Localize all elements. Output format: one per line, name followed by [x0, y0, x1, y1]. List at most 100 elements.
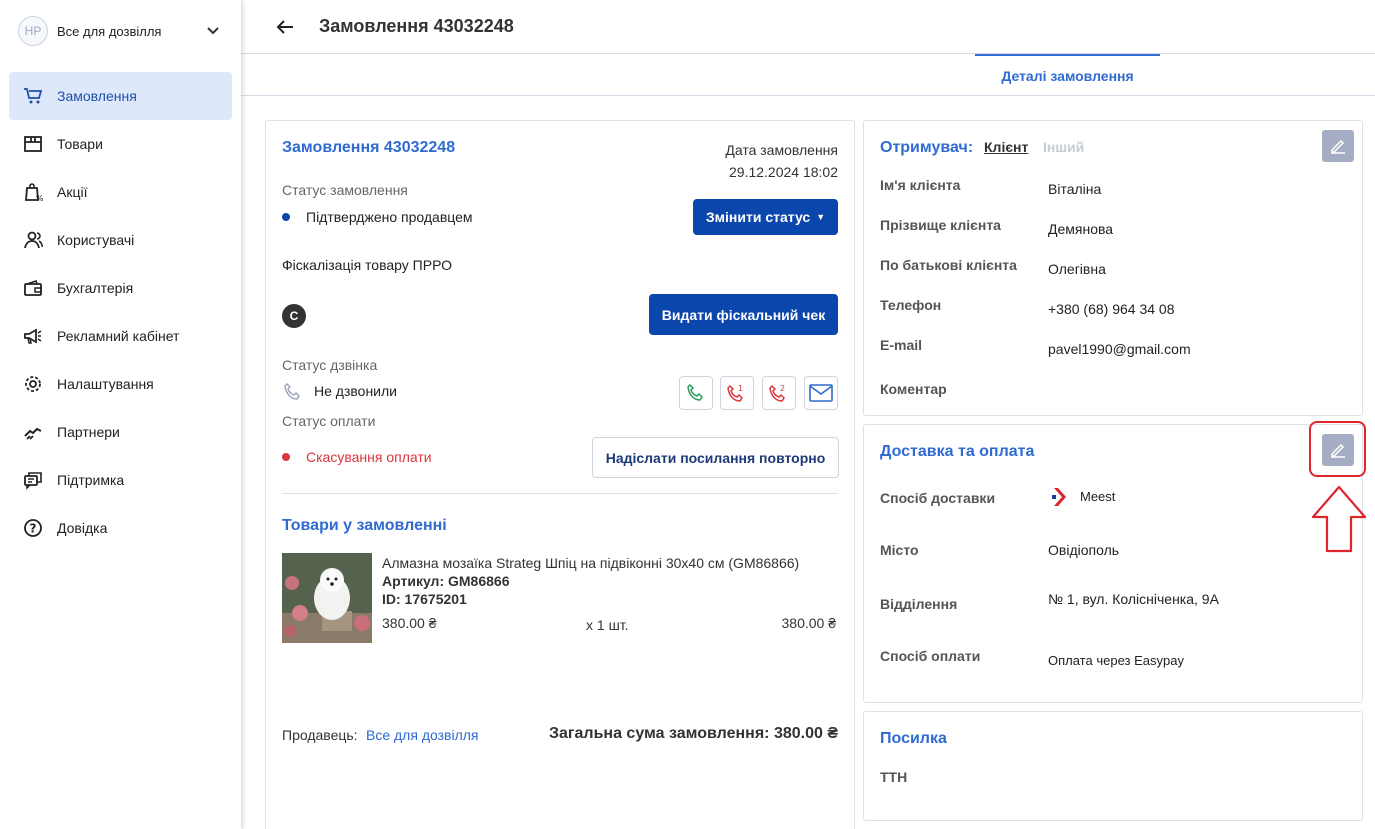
sidebar-item-label: Користувачі	[57, 232, 135, 248]
delivery-title: Доставка та оплата	[880, 443, 1035, 460]
middle-name-value: Олегівна	[1048, 261, 1106, 277]
sidebar-item-orders[interactable]: Замовлення	[9, 72, 232, 120]
order-status-label: Статус замовлення	[282, 182, 408, 198]
email-label: E-mail	[880, 337, 923, 353]
middle-name-label: По батькові клієнта	[880, 257, 1017, 273]
sidebar-item-label: Довідка	[57, 520, 108, 536]
payment-method-value: Оплата через Easypay	[1048, 653, 1184, 668]
delivery-card: Доставка та оплата Спосіб доставки Meest…	[863, 424, 1363, 703]
top-bar: Замовлення 43032248	[241, 0, 1375, 54]
missed-call-2-button[interactable]: 2	[762, 376, 796, 410]
highlight-box	[1309, 421, 1366, 477]
sidebar-item-ads[interactable]: Рекламний кабінет	[9, 312, 232, 360]
order-date-value: 29.12.2024 18:02	[729, 164, 838, 180]
grand-total: Загальна сума замовлення: 380.00 ₴	[548, 725, 838, 742]
fiscal-label: Фіскалізація товару ПРРО	[282, 257, 453, 273]
avatar: НР	[18, 16, 48, 46]
megaphone-icon	[23, 326, 43, 346]
fiscal-badge: C	[282, 304, 306, 328]
ttn-label: ТТН	[880, 769, 908, 785]
sidebar-item-users[interactable]: Користувачі	[9, 216, 232, 264]
seller-label: Продавець:	[282, 727, 358, 743]
order-date-label: Дата замовлення	[725, 142, 838, 158]
order-date: Дата замовлення 29.12.2024 18:02	[725, 139, 838, 183]
comment-label: Коментар	[880, 381, 947, 397]
page-title: Замовлення 43032248	[319, 16, 514, 36]
sidebar-item-promotions[interactable]: % Акції	[9, 168, 232, 216]
help-icon: ?	[23, 518, 43, 538]
box-icon	[23, 134, 43, 154]
product-sku: Артикул: GM86866	[382, 573, 510, 589]
parcel-card: Посилка ТТН	[863, 711, 1363, 821]
sidebar: НР Все для дозвілля Замовлення Товари % …	[0, 0, 241, 829]
delivery-method-value: Meest	[1080, 489, 1116, 504]
promo-bag-icon: %	[23, 182, 43, 202]
payment-status-value: Скасування оплати	[306, 449, 432, 465]
recipient-card: Отримувач: Клієнт Інший Ім'я клієнта Віт…	[863, 120, 1363, 416]
payment-status-dot	[282, 453, 290, 461]
sidebar-item-partners[interactable]: Партнери	[9, 408, 232, 456]
users-icon	[23, 230, 43, 250]
payment-status-label: Статус оплати	[282, 413, 376, 429]
call-status-label: Статус дзвінка	[282, 357, 378, 373]
chat-icon	[23, 470, 43, 490]
branch-label: Відділення	[880, 596, 958, 612]
sidebar-item-products[interactable]: Товари	[9, 120, 232, 168]
recipient-title: Отримувач:	[880, 139, 974, 156]
edit-recipient-button[interactable]	[1322, 130, 1354, 162]
phone-label: Телефон	[880, 297, 942, 313]
missed-call-1-button[interactable]: 1	[720, 376, 754, 410]
call-button[interactable]	[679, 376, 713, 410]
product-image[interactable]	[282, 553, 372, 643]
order-title: Замовлення 43032248	[282, 139, 456, 156]
call-status-value: Не дзвонили	[314, 383, 397, 399]
handshake-icon	[23, 422, 43, 442]
sidebar-item-label: Партнери	[57, 424, 120, 440]
product-info: Алмазна мозаїка Strateg Шпіц на підвікон…	[382, 554, 842, 608]
sidebar-item-label: Налаштування	[57, 376, 154, 392]
store-switcher[interactable]: НР Все для дозвілля	[18, 16, 228, 46]
city-value: Овідіополь	[1048, 542, 1120, 558]
caret-down-icon: ▼	[816, 212, 826, 222]
tab-client[interactable]: Клієнт	[984, 139, 1028, 155]
last-name-label: Прізвище клієнта	[880, 217, 1001, 233]
sidebar-item-label: Акції	[57, 184, 88, 200]
chevron-down-icon[interactable]	[206, 23, 220, 40]
status-dot	[282, 213, 290, 221]
issue-fiscal-receipt-button[interactable]: Видати фіскальний чек	[649, 294, 838, 335]
payment-method-label: Спосіб оплати	[880, 648, 981, 664]
parcel-title: Посилка	[880, 730, 947, 747]
order-status-value: Підтверджено продавцем	[306, 209, 473, 225]
product-total: 380.00 ₴	[781, 615, 837, 631]
items-title: Товари у замовленні	[282, 517, 447, 534]
product-id: ID: 17675201	[382, 591, 467, 607]
seller-link[interactable]: Все для дозвілля	[366, 727, 479, 743]
wallet-icon	[23, 278, 43, 298]
branch-value: № 1, вул. Колісніченка, 9А	[1048, 591, 1219, 607]
last-name-value: Демянова	[1048, 221, 1114, 237]
sidebar-item-support[interactable]: Підтримка	[9, 456, 232, 504]
change-status-label: Змінити статус	[705, 209, 811, 225]
arrow-up-icon	[1310, 484, 1368, 557]
app-root: НР Все для дозвілля Замовлення Товари % …	[0, 0, 1375, 829]
tab-bar: Деталі замовлення	[241, 54, 1375, 96]
back-arrow-icon[interactable]	[275, 17, 295, 40]
divider	[282, 493, 838, 494]
call-attempt-2-label: 2	[780, 384, 785, 393]
product-price: 380.00 ₴	[382, 615, 437, 631]
tab-other[interactable]: Інший	[1043, 139, 1084, 155]
resend-link-button[interactable]: Надіслати посилання повторно	[592, 437, 839, 478]
change-status-button[interactable]: Змінити статус ▼	[693, 199, 838, 235]
cart-icon	[23, 86, 43, 106]
product-name[interactable]: Алмазна мозаїка Strateg Шпіц на підвікон…	[382, 554, 842, 572]
tab-order-details[interactable]: Деталі замовлення	[975, 54, 1160, 96]
sidebar-item-help[interactable]: ? Довідка	[9, 504, 232, 552]
svg-text:?: ?	[30, 522, 37, 536]
product-qty: х 1 шт.	[586, 617, 629, 633]
sidebar-item-label: Замовлення	[57, 88, 137, 104]
sidebar-item-accounting[interactable]: Бухгалтерія	[9, 264, 232, 312]
sidebar-item-label: Підтримка	[57, 472, 125, 488]
email-button[interactable]	[804, 376, 838, 410]
sidebar-item-settings[interactable]: Налаштування	[9, 360, 232, 408]
delivery-method-label: Спосіб доставки	[880, 490, 996, 506]
